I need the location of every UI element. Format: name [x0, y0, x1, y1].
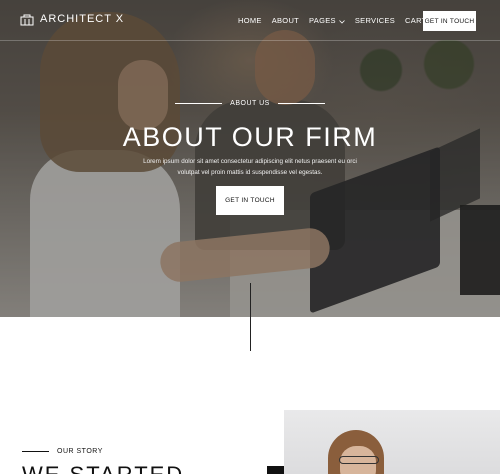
get-in-touch-nav-button[interactable]: GET IN TOUCH	[423, 11, 476, 31]
story-image	[284, 410, 500, 474]
story-image-glasses	[339, 456, 379, 464]
hero-description: Lorem ipsum dolor sit amet consectetur a…	[143, 158, 357, 176]
page-title: ABOUT OUR FIRM	[122, 122, 378, 152]
story-eyebrow-text: OUR STORY	[57, 448, 103, 455]
story-heading: WE STARTED	[22, 462, 184, 474]
divider-line	[22, 451, 49, 452]
brand-logo[interactable]: ARCHITECT X	[20, 13, 125, 26]
building-icon	[20, 13, 34, 26]
nav-item-services[interactable]: SERVICES	[355, 16, 395, 25]
nav-item-about[interactable]: ABOUT	[272, 16, 299, 25]
nav-item-home[interactable]: HOME	[238, 16, 262, 25]
top-navigation: ARCHITECT X HOME ABOUT PAGES SERVICES CA…	[0, 0, 500, 41]
hero-eyebrow: ABOUT US	[175, 100, 325, 107]
story-eyebrow: OUR STORY	[22, 448, 103, 455]
chevron-down-icon	[339, 18, 345, 24]
get-in-touch-button[interactable]: GET IN TOUCH	[216, 186, 284, 215]
scroll-indicator-line	[250, 283, 251, 351]
nav-item-pages[interactable]: PAGES	[309, 16, 345, 25]
divider-line	[277, 103, 325, 104]
hero-section: ARCHITECT X HOME ABOUT PAGES SERVICES CA…	[0, 0, 500, 317]
brand-name: ARCHITECT X	[40, 13, 125, 25]
hero-eyebrow-text: ABOUT US	[230, 100, 270, 107]
nav-item-pages-label: PAGES	[309, 16, 336, 25]
divider-line	[175, 103, 223, 104]
decorative-block	[267, 466, 284, 474]
main-menu: HOME ABOUT PAGES SERVICES CART(3)	[238, 16, 437, 25]
